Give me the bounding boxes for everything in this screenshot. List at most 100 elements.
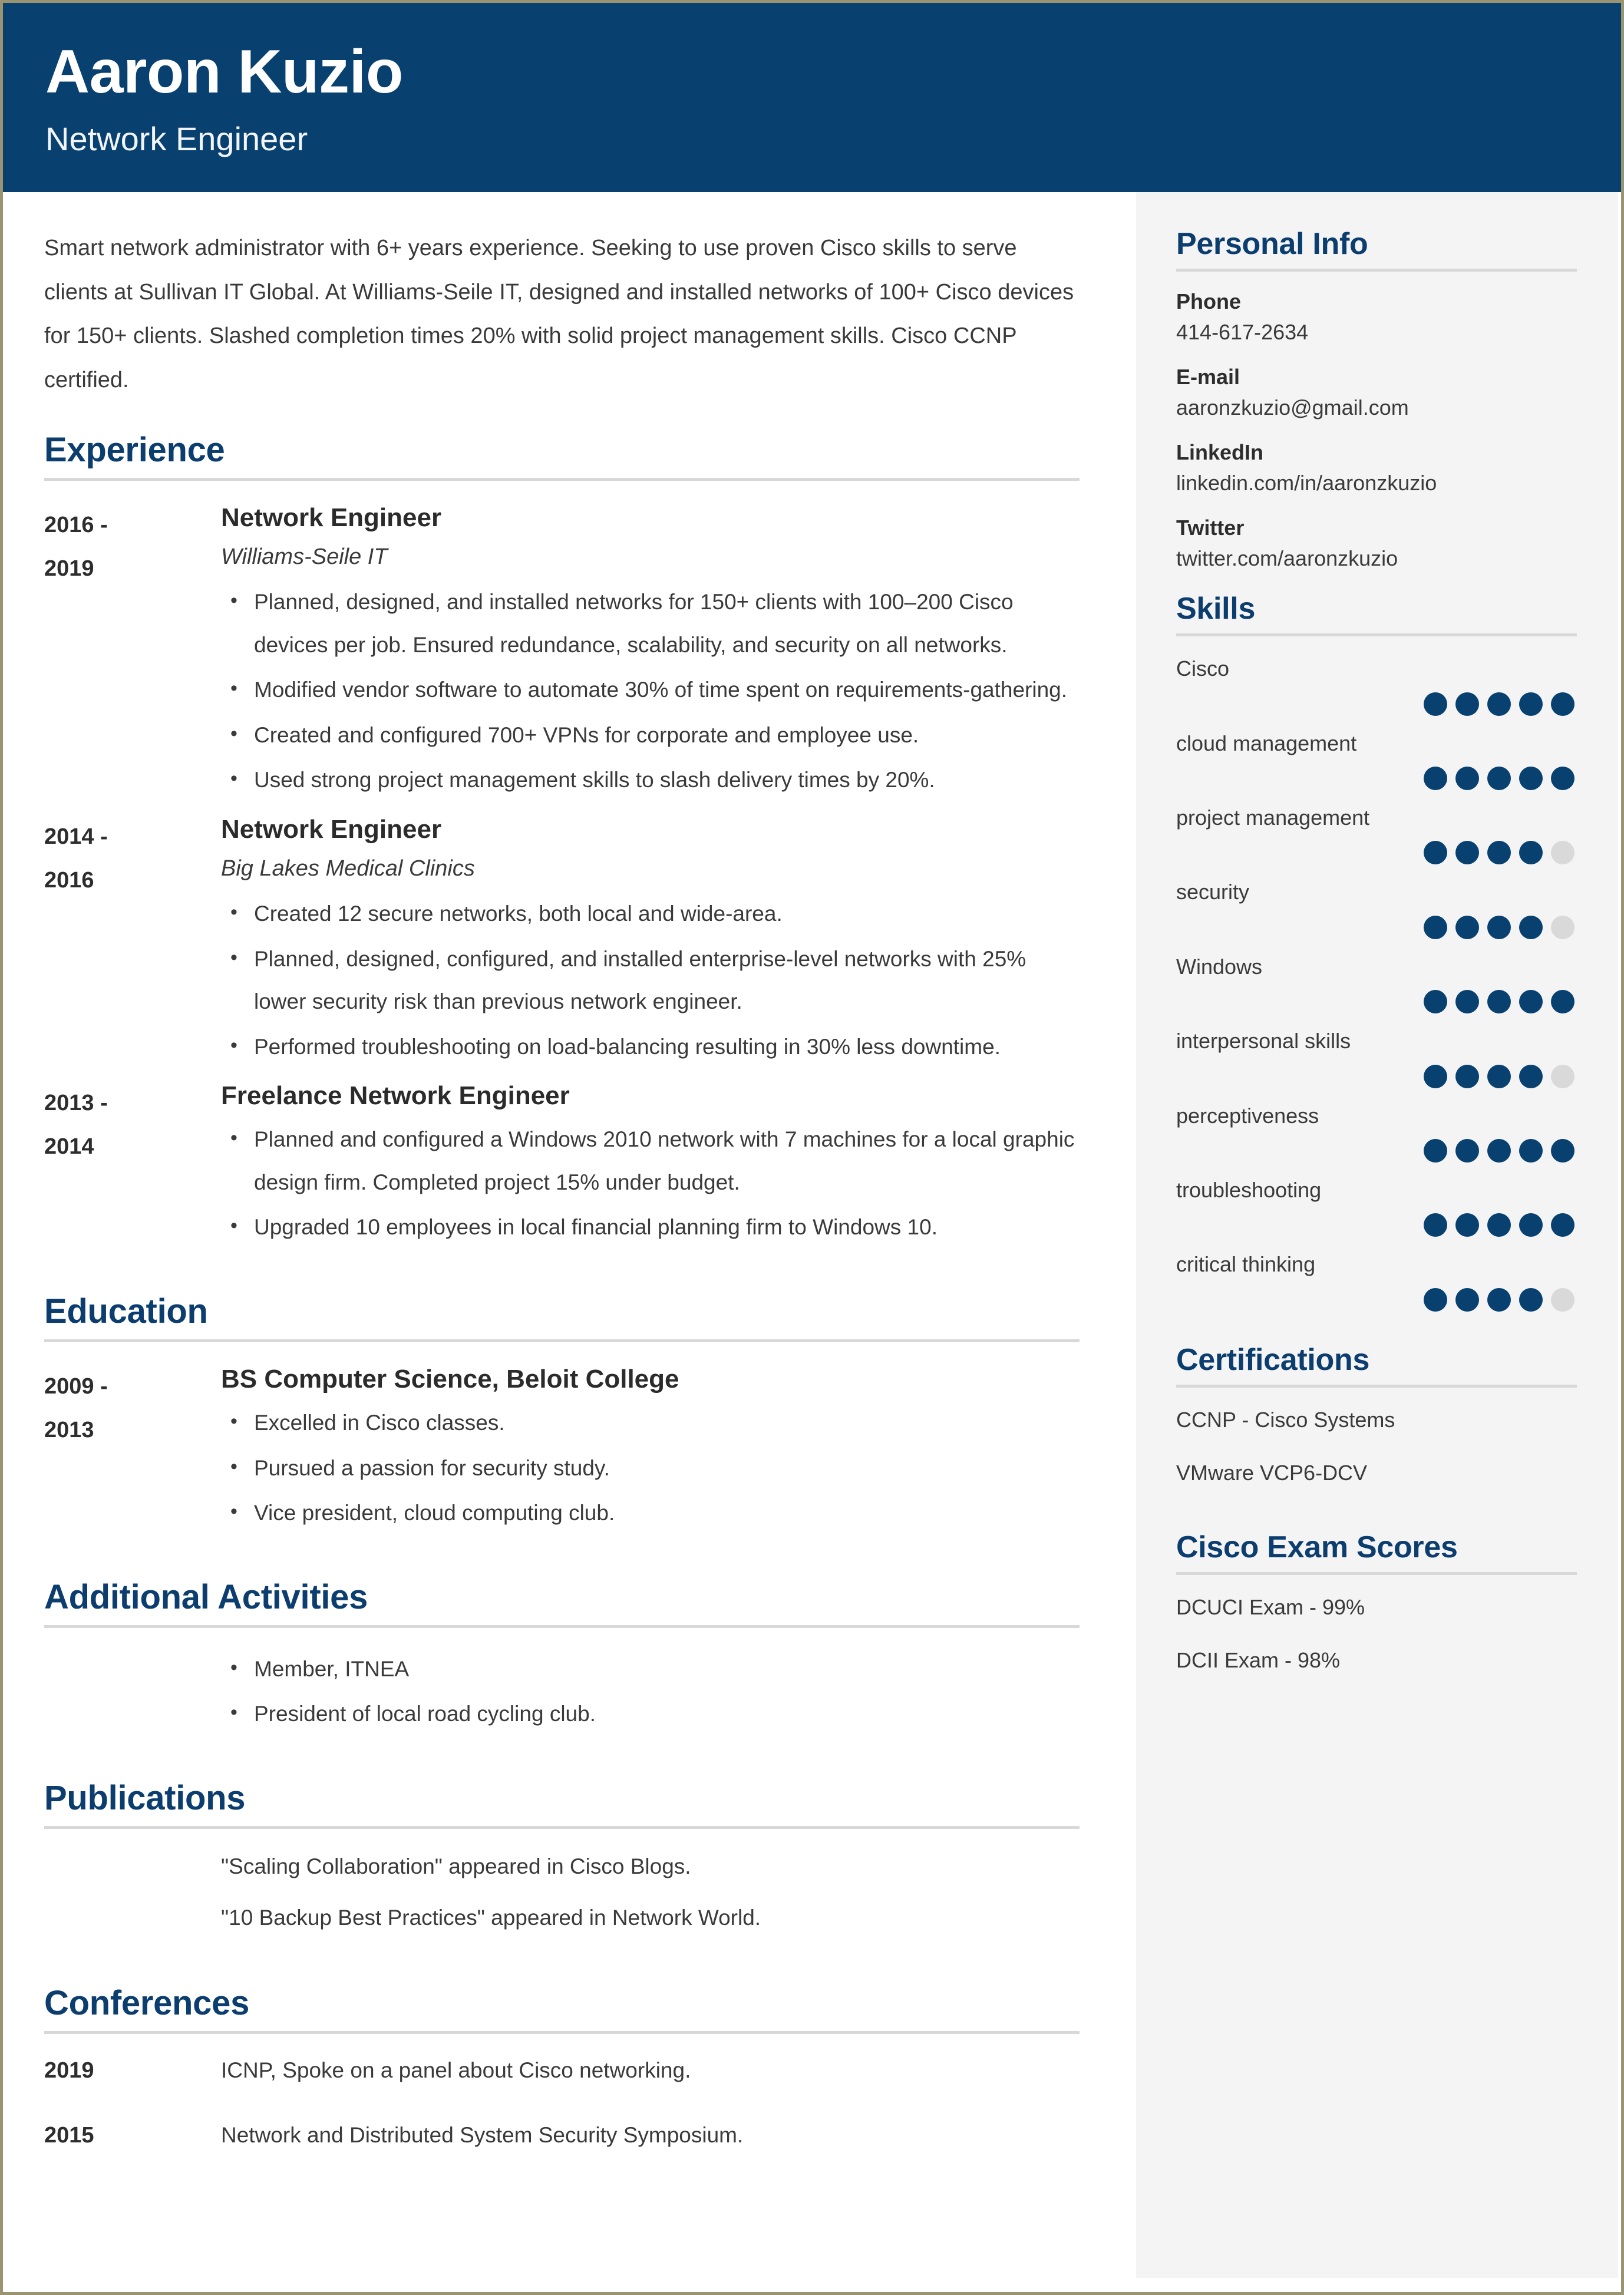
date-end: 2016 bbox=[44, 867, 94, 893]
rating-dot bbox=[1455, 767, 1479, 791]
rating-dot bbox=[1487, 1287, 1511, 1312]
job-bullets: Planned, designed, and installed network… bbox=[221, 581, 1080, 802]
job-title: Freelance Network Engineer bbox=[221, 1081, 570, 1111]
skill-name: cloud management bbox=[1176, 731, 1357, 755]
rating-dot bbox=[1519, 915, 1543, 939]
entry-body: Member, ITNEAPresident of local road cyc… bbox=[221, 1648, 1080, 1738]
bullet-item: Upgraded 10 employees in local financial… bbox=[230, 1206, 1080, 1249]
rating-dot bbox=[1455, 1138, 1479, 1163]
rating-dot bbox=[1551, 1138, 1575, 1163]
bullet-item: Created 12 secure networks, both local a… bbox=[230, 893, 1080, 936]
exam-score-item: DCUCI Exam - 99% bbox=[1176, 1594, 1365, 1619]
rating-dot bbox=[1424, 1138, 1447, 1163]
education-list: 2009 - 2013 BS Computer Science, Beloit Co… bbox=[44, 1362, 1080, 1537]
contact-value[interactable]: aaronzkuzio@gmail.com bbox=[1176, 395, 1577, 420]
date-end: 2014 bbox=[44, 1134, 94, 1160]
contacts-list: Phone 414-617-2634 E-mail aaronzkuzio@gmail… bbox=[1176, 289, 1577, 571]
rating-dot bbox=[1455, 692, 1479, 716]
rating-dot bbox=[1551, 767, 1575, 791]
skill-name: Cisco bbox=[1176, 656, 1230, 681]
conference-year: 2015 bbox=[44, 2122, 94, 2148]
skill-item: perceptiveness bbox=[1176, 1101, 1577, 1163]
conference-text: ICNP, Spoke on a panel about Cisco netwo… bbox=[221, 2058, 691, 2082]
contact-label: E-mail bbox=[1176, 365, 1240, 389]
rating-dot bbox=[1455, 1064, 1479, 1088]
entry-body: BS Computer Science, Beloit College Excel… bbox=[221, 1362, 1080, 1537]
experience-entry: 2016 - 2019 Network Engineer Williams-Seile… bbox=[44, 501, 1080, 804]
section-divider bbox=[44, 2031, 1080, 2034]
rating-dot bbox=[1551, 841, 1575, 865]
rating-dot bbox=[1455, 915, 1479, 939]
skill-item: interpersonal skills bbox=[1176, 1026, 1577, 1088]
bullet-item: Created and configured 700+ VPNs for cor… bbox=[230, 714, 1080, 757]
rating-dot bbox=[1551, 692, 1575, 716]
rating-dot bbox=[1519, 767, 1543, 791]
skill-rating bbox=[1176, 915, 1577, 939]
section-title-skills: Skills bbox=[1176, 592, 1256, 626]
skill-name: interpersonal skills bbox=[1176, 1029, 1351, 1054]
skill-item: Windows bbox=[1176, 952, 1577, 1014]
conferences-section: Conferences bbox=[44, 1983, 1080, 2034]
publications-section: Publications bbox=[44, 1778, 1080, 1829]
section-divider bbox=[44, 1825, 1080, 1829]
rating-dot bbox=[1424, 692, 1447, 716]
skill-item: Cisco bbox=[1176, 654, 1577, 716]
date-start: 2013 - bbox=[44, 1091, 108, 1116]
skill-item: troubleshooting bbox=[1176, 1175, 1577, 1237]
experience-entry: 2014 - 2016 Network Engineer Big Lakes Medi… bbox=[44, 813, 1080, 1071]
job-title: Network Engineer bbox=[221, 814, 442, 844]
publication-row: "Scaling Collaboration" appeared in Cisc… bbox=[44, 1849, 1080, 1884]
skill-rating bbox=[1176, 1138, 1577, 1163]
rating-dot bbox=[1487, 1064, 1511, 1088]
skill-rating bbox=[1176, 1213, 1577, 1237]
skill-rating bbox=[1176, 692, 1577, 716]
rating-dot bbox=[1424, 1064, 1447, 1088]
activities-section: Additional Activities bbox=[44, 1577, 1080, 1628]
conference-row: 2015 Network and Distributed System Secur… bbox=[44, 2119, 1080, 2152]
rating-dot bbox=[1487, 1138, 1511, 1163]
section-divider bbox=[1176, 633, 1577, 637]
skill-name: troubleshooting bbox=[1176, 1177, 1322, 1202]
contact-value[interactable]: 414-617-2634 bbox=[1176, 320, 1577, 345]
date-start: 2016 - bbox=[44, 513, 108, 538]
candidate-name: Aaron Kuzio bbox=[45, 38, 403, 106]
entry-date-spacer bbox=[44, 1900, 221, 1935]
rating-dot bbox=[1424, 990, 1447, 1014]
date-start: 2014 - bbox=[44, 824, 108, 849]
entry-date-spacer bbox=[44, 1849, 221, 1884]
contact-value[interactable]: linkedin.com/in/aaronzkuzio bbox=[1176, 471, 1577, 496]
date-end: 2019 bbox=[44, 556, 94, 582]
contact-label: Twitter bbox=[1176, 516, 1245, 540]
certification-item: VMware VCP6-DCV bbox=[1176, 1461, 1368, 1485]
entry-date-range: 2013 - 2014 bbox=[44, 1079, 221, 1168]
exam-score-item: DCII Exam - 98% bbox=[1176, 1647, 1341, 1672]
job-bullets: Planned and configured a Windows 2010 ne… bbox=[221, 1118, 1080, 1249]
bullet-item: Modified vendor software to automate 30%… bbox=[230, 669, 1080, 712]
section-title-conferences: Conferences bbox=[44, 1984, 250, 2022]
skill-name: Windows bbox=[1176, 954, 1263, 979]
resume-body: Smart network administrator with 6+ year… bbox=[3, 192, 1621, 2279]
rating-dot bbox=[1487, 1213, 1511, 1237]
bullet-item: Member, ITNEA bbox=[230, 1648, 1080, 1691]
rating-dot bbox=[1487, 990, 1511, 1014]
activity-bullets: Member, ITNEAPresident of local road cyc… bbox=[221, 1648, 1080, 1736]
entry-date-spacer bbox=[44, 1648, 221, 1650]
rating-dot bbox=[1455, 841, 1479, 865]
skill-item: project management bbox=[1176, 803, 1577, 865]
contact-value[interactable]: twitter.com/aaronzkuzio bbox=[1176, 546, 1577, 571]
contact-label: Phone bbox=[1176, 289, 1242, 314]
skill-name: critical thinking bbox=[1176, 1252, 1316, 1277]
rating-dot bbox=[1424, 915, 1447, 939]
experience-entry: 2013 - 2014 Freelance Network Engineer Plan… bbox=[44, 1079, 1080, 1251]
personal-info-section: Personal Info Phone 414-617-2634 E-mail aar… bbox=[1176, 226, 1577, 571]
company-name: Big Lakes Medical Clinics bbox=[221, 856, 475, 881]
entry-body: Freelance Network Engineer Planned and co… bbox=[221, 1079, 1080, 1251]
certifications-list: CCNP - Cisco Systems VMware VCP6-DCV bbox=[1176, 1405, 1577, 1488]
skill-rating bbox=[1176, 767, 1577, 791]
bullet-item: Used strong project management skills to… bbox=[230, 759, 1080, 802]
entry-body: Network Engineer Big Lakes Medical Clinic… bbox=[221, 813, 1080, 1071]
